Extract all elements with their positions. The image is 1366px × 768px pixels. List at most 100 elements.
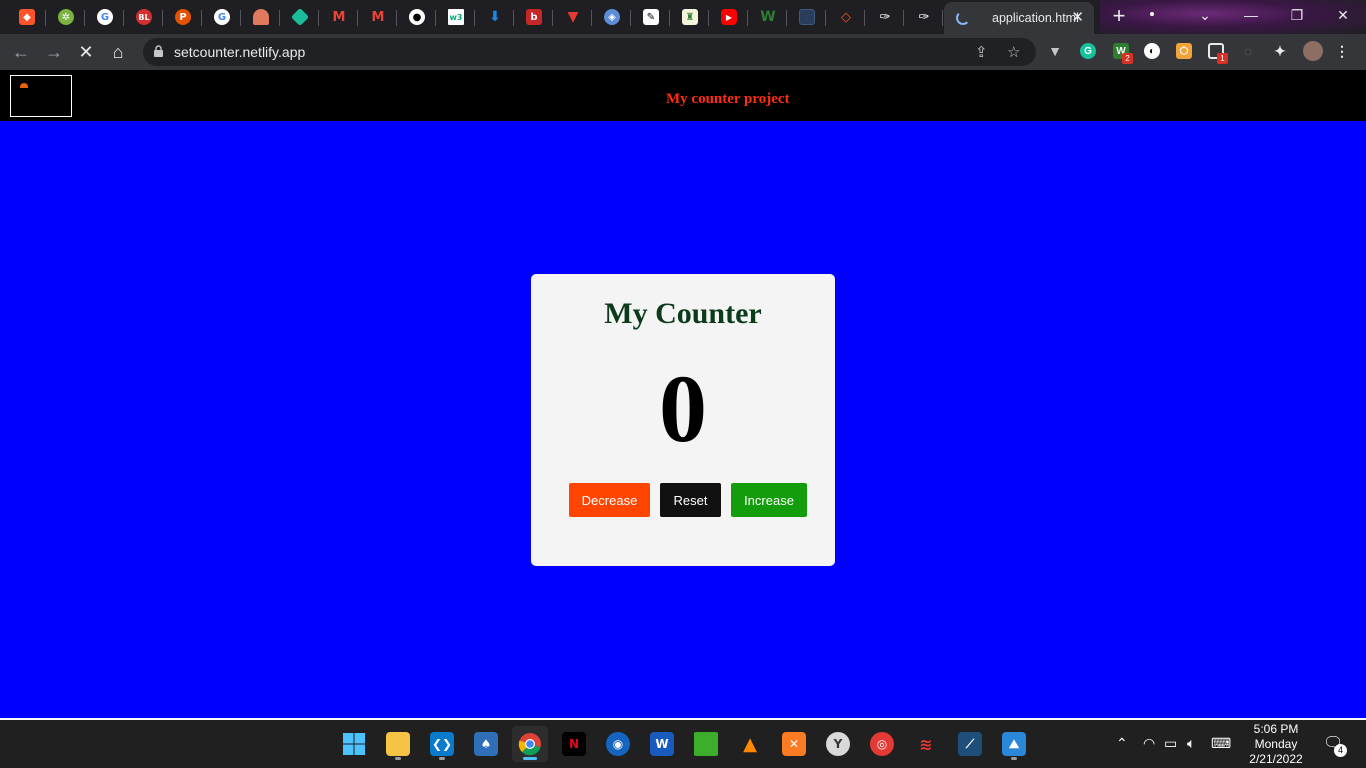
clock-app-icon: Y — [826, 732, 850, 756]
browser-tab-bar: ◆ ✲ G BL P G M M ● w3 ⬇ b ▼ ◈ ✎ ♜ ▶ W ◇ … — [0, 0, 1366, 34]
taskbar-workbench[interactable]: ⟋ — [952, 726, 988, 762]
stop-loading-button[interactable]: ✕ — [75, 41, 97, 63]
pinned-tab-youtube[interactable]: ▶ — [710, 2, 748, 32]
taskbar-word[interactable]: W — [644, 726, 680, 762]
notification-count-badge: 4 — [1334, 744, 1347, 757]
share-icon[interactable]: ⇪ — [975, 43, 988, 61]
taskbar-clock-app[interactable]: Y — [820, 726, 856, 762]
vscode-icon: ❮❯ — [430, 732, 454, 756]
tab-search-button[interactable]: ⌄ — [1182, 0, 1228, 30]
chrome-icon — [518, 733, 541, 756]
pinned-tab-laravel[interactable]: ◇ — [827, 2, 865, 32]
pinned-tab-w3[interactable]: w3 — [437, 2, 475, 32]
ebook-icon: ♜ — [682, 9, 698, 25]
grammarly-extension-icon[interactable]: G — [1080, 43, 1096, 59]
pinned-tab-2[interactable]: ✲ — [47, 2, 85, 32]
show-hidden-icons-chevron-icon[interactable]: ⌃ — [1116, 735, 1128, 752]
taskbar-stack-app[interactable]: ≋ — [908, 726, 944, 762]
profile-avatar[interactable] — [1303, 41, 1323, 61]
start-button[interactable] — [336, 726, 372, 762]
pinned-tab-gmail[interactable]: M — [320, 2, 358, 32]
taskbar-xampp[interactable]: ✕ — [776, 726, 812, 762]
close-tab-icon[interactable]: ✕ — [1071, 8, 1084, 26]
pinned-tab-book[interactable]: b — [515, 2, 553, 32]
counter-heading: My Counter — [604, 297, 762, 330]
star-decoration — [1150, 12, 1154, 16]
minimize-button[interactable]: — — [1228, 0, 1274, 30]
youtube-icon: ▶ — [721, 9, 737, 25]
taskbar-vscode[interactable]: ❮❯ — [424, 726, 460, 762]
taskbar-netflix[interactable]: N — [556, 726, 592, 762]
feather-icon: ✑ — [918, 9, 930, 25]
pinned-tab-shield[interactable]: ◈ — [593, 2, 631, 32]
new-tab-button[interactable]: + — [1108, 5, 1130, 28]
address-bar[interactable]: setcounter.netlify.app ⇪ ☆ — [143, 38, 1036, 66]
pinned-tab-pen[interactable]: ✎ — [632, 2, 670, 32]
battery-icon[interactable]: ▭ — [1164, 735, 1177, 752]
pinned-tab-feather-2[interactable]: ✑ — [905, 2, 943, 32]
back-button[interactable]: ← — [10, 41, 32, 63]
extensions-puzzle-icon[interactable]: ✦ — [1272, 43, 1288, 59]
active-tab[interactable]: application.html ✕ — [944, 2, 1094, 34]
pipe-icon — [694, 732, 718, 756]
lock-icon — [154, 45, 163, 57]
reset-button[interactable]: Reset — [660, 483, 721, 517]
taskbar-chrome[interactable] — [512, 726, 548, 762]
counter-card: My Counter 0 Decrease Reset Increase — [531, 274, 835, 566]
pinned-tab-bl[interactable]: BL — [125, 2, 163, 32]
pinned-tab-diamond[interactable] — [281, 2, 319, 32]
pinned-tab-feather[interactable]: ✑ — [866, 2, 904, 32]
doc-icon — [799, 9, 815, 25]
pinned-tab-gmail-2[interactable]: M — [359, 2, 397, 32]
running-indicator — [1011, 757, 1017, 760]
hex-extension-icon[interactable]: ⬡ — [1176, 43, 1192, 59]
pinned-tab-google-2[interactable]: G — [203, 2, 241, 32]
feather-icon: ✑ — [879, 9, 891, 25]
dark-mode-extension-icon[interactable]: ◐ — [1144, 43, 1160, 59]
chrome-menu-icon[interactable]: ⋮ — [1334, 43, 1350, 59]
grammarly-badge: 2 — [1122, 53, 1133, 64]
v-icon: ▼ — [567, 9, 579, 25]
restore-button[interactable]: ❐ — [1274, 0, 1320, 30]
laravel-icon: ◇ — [841, 9, 851, 25]
taskbar-photos[interactable]: ⛰ — [996, 726, 1032, 762]
vivaldi-extension-icon[interactable]: ▼ — [1047, 43, 1063, 59]
pinned-tab-v[interactable]: ▼ — [554, 2, 592, 32]
close-window-button[interactable]: ✕ — [1320, 0, 1366, 30]
logo-image — [20, 83, 28, 88]
taskbar-owl-app[interactable]: ◎ — [864, 726, 900, 762]
solitaire-icon: ♠ — [474, 732, 498, 756]
keyboard-icon[interactable]: ⌨ — [1211, 735, 1231, 752]
loading-spinner-icon — [956, 11, 970, 25]
pinned-tab-helmet[interactable] — [242, 2, 280, 32]
diamond-icon — [290, 7, 310, 27]
decrease-button[interactable]: Decrease — [569, 483, 650, 517]
pinned-tab-github[interactable]: ● — [398, 2, 436, 32]
pinned-tab-google[interactable]: G — [86, 2, 124, 32]
web-page: My counter project My Counter 0 Decrease… — [0, 70, 1366, 718]
taskbar-solitaire[interactable]: ♠ — [468, 726, 504, 762]
pinned-tab-p[interactable]: P — [164, 2, 202, 32]
taskbar-vlc[interactable]: ▲ — [732, 726, 768, 762]
pen-icon: ✎ — [643, 9, 659, 25]
pinned-tab-doc[interactable] — [788, 2, 826, 32]
bookmark-star-icon[interactable]: ☆ — [1007, 43, 1020, 61]
pinned-tab-w[interactable]: W — [749, 2, 787, 32]
pinned-tab-brave[interactable]: ◆ — [8, 2, 46, 32]
pinned-tab-ebook[interactable]: ♜ — [671, 2, 709, 32]
w3-icon: w3 — [448, 9, 464, 25]
sync-extension-icon[interactable]: ◌ — [1240, 43, 1256, 59]
system-clock[interactable]: 5:06 PM Monday 2/21/2022 — [1240, 722, 1312, 767]
helmet-icon — [253, 9, 269, 25]
site-logo[interactable] — [10, 75, 72, 117]
pinned-tab-download[interactable]: ⬇ — [476, 2, 514, 32]
volume-icon[interactable]: 🔈︎ — [1187, 735, 1195, 752]
increase-button[interactable]: Increase — [731, 483, 807, 517]
taskbar-file-explorer[interactable] — [380, 726, 416, 762]
taskbar-globe-app[interactable]: ◉ — [600, 726, 636, 762]
home-button[interactable]: ⌂ — [107, 41, 129, 63]
google-icon: G — [97, 9, 113, 25]
taskbar-pipe-app[interactable] — [688, 726, 724, 762]
forward-button[interactable]: → — [43, 41, 65, 63]
wifi-icon[interactable]: ◠ — [1143, 735, 1155, 752]
